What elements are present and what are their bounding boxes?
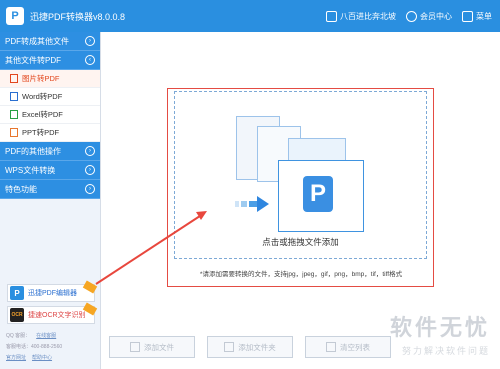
app-logo: P — [6, 7, 24, 25]
add-file-button[interactable]: 添加文件 — [109, 336, 195, 358]
online-support-link[interactable]: 在线客服 — [36, 332, 56, 339]
sidebar-item-word-to-pdf[interactable]: Word转PDF — [0, 88, 100, 106]
excel-icon — [10, 110, 18, 119]
member-center-button[interactable]: 会员中心 — [406, 10, 452, 22]
sidebar-item-excel-to-pdf[interactable]: Excel转PDF — [0, 106, 100, 124]
footer-links: 官方网址 帮助中心 — [6, 354, 52, 361]
footer-qq: QQ 客服： 在线客服 — [6, 332, 56, 339]
add-folder-button[interactable]: 添加文件夹 — [207, 336, 293, 358]
sidebar-category-featured[interactable]: 特色功能 › — [0, 180, 100, 199]
category-label: WPS文件转换 — [5, 165, 56, 175]
category-label: 特色功能 — [5, 184, 37, 194]
category-label: PDF的其他操作 — [5, 146, 61, 156]
bookmark-label: 八百进比奔北坡 — [340, 11, 396, 21]
word-icon — [10, 92, 18, 101]
trash-icon — [326, 342, 336, 352]
chevron-right-icon: › — [85, 146, 95, 156]
clear-list-button[interactable]: 清空列表 — [305, 336, 391, 358]
pdf-editor-promo-button[interactable]: P 迅捷PDF编辑器 — [7, 280, 98, 302]
chevron-right-icon: › — [85, 165, 95, 175]
arrow-right-icon — [235, 196, 269, 212]
add-folder-icon — [224, 342, 235, 352]
grid-menu-icon — [462, 10, 473, 22]
watermark-title: 软件无忧 — [389, 315, 490, 340]
button-label: 添加文件 — [144, 342, 174, 352]
sidebar: PDF转成其他文件 › 其他文件转PDF ‹ 图片转PDF Word转PDF E… — [0, 32, 101, 369]
phone-label: 客服电话：400-888-2560 — [6, 344, 63, 350]
watermark: 软件无忧 努力解决软件问题 — [390, 310, 490, 357]
help-center-link[interactable]: 帮助中心 — [32, 354, 52, 361]
new-badge-icon — [82, 280, 98, 294]
drop-zone-label: 点击或拖拽文件添加 — [262, 237, 339, 247]
sidebar-category-pdf-other-ops[interactable]: PDF的其他操作 › — [0, 142, 100, 161]
bottom-toolbar: 添加文件 添加文件夹 清空列表 — [109, 336, 391, 358]
window-title: 迅捷PDF转换器v8.0.0.8 — [30, 11, 126, 22]
button-label: 清空列表 — [340, 342, 370, 352]
pdf-editor-icon: P — [10, 286, 24, 300]
ocr-icon: OCR — [10, 308, 24, 322]
image-icon — [10, 74, 18, 83]
sidebar-category-pdf-to-other[interactable]: PDF转成其他文件 › — [0, 32, 100, 51]
button-label: 添加文件夹 — [238, 342, 276, 352]
sidebar-item-label: Word转PDF — [22, 92, 63, 101]
watermark-subtitle: 努力解决软件问题 — [401, 346, 490, 356]
sidebar-item-label: Excel转PDF — [22, 110, 63, 119]
promo-label: 迅捷PDF编辑器 — [28, 290, 77, 297]
chevron-right-icon: › — [85, 184, 95, 194]
sidebar-item-label: 图片转PDF — [22, 74, 60, 83]
chevron-right-icon: › — [85, 36, 95, 46]
qq-label: QQ 客服： — [6, 333, 31, 339]
bookmark-button[interactable]: 八百进比奔北坡 — [326, 10, 396, 22]
pdf-logo-icon: P — [303, 176, 333, 212]
sidebar-item-label: PPT转PDF — [22, 128, 60, 137]
menu-label: 菜单 — [476, 11, 492, 21]
sidebar-category-other-to-pdf[interactable]: 其他文件转PDF ‹ — [0, 51, 100, 70]
menu-button[interactable]: 菜单 — [462, 10, 492, 22]
category-label: PDF转成其他文件 — [5, 36, 69, 46]
promo-label: 捷速OCR文字识别 — [28, 312, 86, 319]
user-icon — [406, 10, 417, 22]
add-file-icon — [130, 342, 140, 352]
ppt-icon — [10, 128, 18, 137]
category-label: 其他文件转PDF — [5, 55, 61, 65]
sidebar-category-wps[interactable]: WPS文件转换 › — [0, 161, 100, 180]
sidebar-item-ppt-to-pdf[interactable]: PPT转PDF — [0, 124, 100, 142]
chevron-down-icon: ‹ — [85, 55, 95, 65]
ocr-promo-button[interactable]: OCR 捷速OCR文字识别 — [7, 302, 98, 324]
footer-phone: 客服电话：400-888-2560 — [6, 343, 62, 350]
member-center-label: 会员中心 — [420, 11, 452, 21]
bookmark-icon — [326, 10, 337, 22]
sidebar-item-image-to-pdf[interactable]: 图片转PDF — [0, 70, 100, 88]
title-bar: P 迅捷PDF转换器v8.0.0.8 八百进比奔北坡 会员中心 菜单 — [0, 0, 500, 32]
supported-formats-hint: *请添加需要转换的文件，支持jpg，jpeg，gif，png，bmp，tif，t… — [199, 271, 403, 278]
official-site-link[interactable]: 官方网址 — [6, 354, 26, 361]
